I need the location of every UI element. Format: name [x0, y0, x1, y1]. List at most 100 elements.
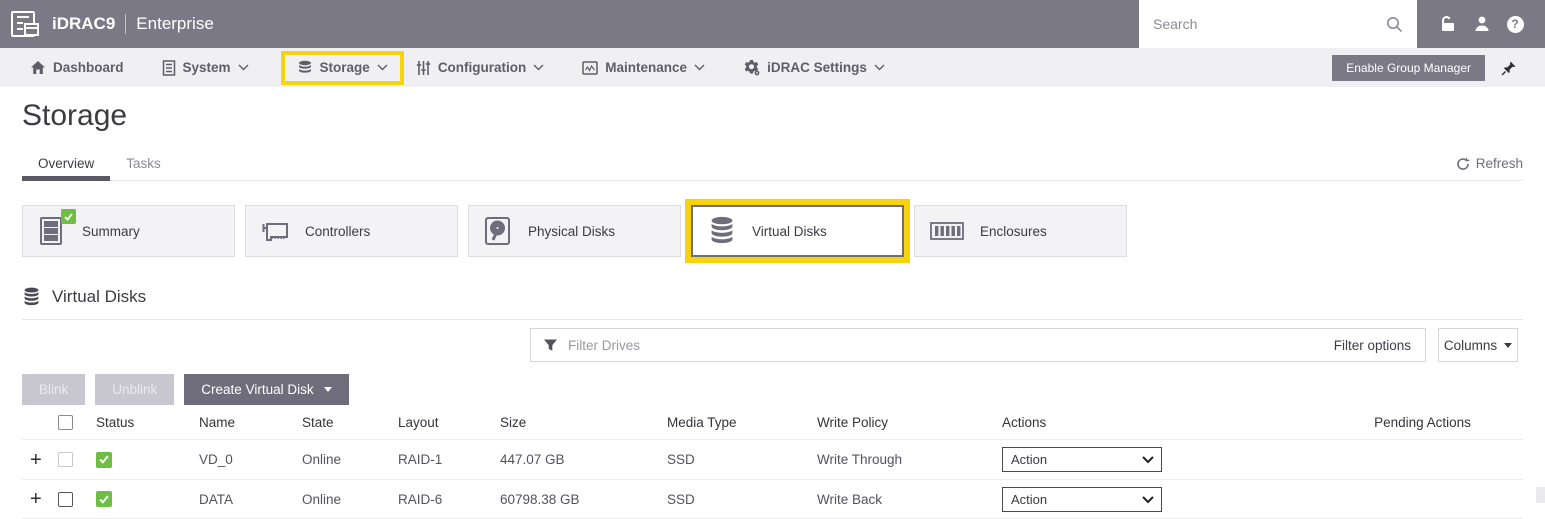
col-actions: Actions — [1002, 415, 1312, 430]
summary-ok-badge — [61, 209, 76, 224]
configuration-icon — [416, 60, 431, 76]
col-name: Name — [199, 415, 302, 430]
refresh-label: Refresh — [1476, 156, 1523, 171]
tab-bar: Overview Tasks Refresh — [22, 147, 1523, 181]
cell-state: Online — [302, 492, 398, 507]
help-icon[interactable]: ? — [1507, 16, 1524, 33]
enable-group-manager-button[interactable]: Enable Group Manager — [1332, 55, 1485, 81]
row-checkbox[interactable] — [58, 452, 73, 467]
filter-drives-input[interactable] — [568, 338, 1324, 353]
virtual-disks-icon — [708, 216, 736, 246]
card-label: Physical Disks — [528, 224, 615, 239]
section-title: Virtual Disks — [52, 287, 146, 307]
nav-label: Dashboard — [53, 60, 124, 75]
card-label: Virtual Disks — [752, 224, 827, 239]
columns-dropdown-button[interactable]: Columns — [1438, 328, 1518, 362]
col-status: Status — [96, 415, 199, 430]
action-select[interactable]: Action — [1003, 448, 1161, 471]
blink-button[interactable]: Blink — [22, 374, 85, 405]
nav-item-system[interactable]: System — [162, 60, 249, 76]
physical-disks-icon — [484, 216, 511, 246]
nav-item-dashboard[interactable]: Dashboard — [30, 60, 124, 75]
nav-item-maintenance[interactable]: Maintenance — [582, 60, 705, 75]
table-header-row: Status Name State Layout Size Media Type… — [22, 405, 1523, 439]
card-controllers[interactable]: Controllers — [245, 205, 458, 257]
action-select[interactable]: Action — [1003, 488, 1161, 511]
expand-row-button[interactable]: + — [22, 450, 58, 470]
cell-state: Online — [302, 452, 398, 467]
filter-row: Filter options Columns — [22, 328, 1523, 362]
tab-overview[interactable]: Overview — [22, 147, 110, 180]
virtual-disks-icon — [22, 287, 41, 307]
caret-down-icon — [324, 387, 332, 392]
col-layout: Layout — [398, 415, 500, 430]
nav-item-configuration[interactable]: Configuration — [416, 60, 544, 76]
cell-size: 447.07 GB — [500, 452, 667, 467]
page-title: Storage — [22, 99, 1523, 133]
cell-layout: RAID-1 — [398, 452, 500, 467]
scrollbar[interactable] — [1536, 487, 1545, 503]
search-box[interactable] — [1139, 0, 1417, 48]
status-ok-icon — [96, 452, 112, 468]
nav-item-idrac-settings[interactable]: iDRAC Settings — [743, 59, 885, 76]
card-enclosures[interactable]: Enclosures — [914, 205, 1127, 257]
top-bar: iDRAC9 Enterprise ? — [0, 0, 1545, 48]
top-icon-strip: ? — [1417, 15, 1545, 33]
card-summary[interactable]: Summary — [22, 205, 235, 257]
cell-write-policy: Write Through — [817, 452, 1002, 467]
create-virtual-disk-button[interactable]: Create Virtual Disk — [184, 374, 348, 405]
row-checkbox[interactable] — [58, 492, 73, 507]
tab-tasks[interactable]: Tasks — [110, 147, 177, 180]
storage-icon — [297, 60, 313, 76]
pushpin-icon[interactable] — [1501, 60, 1517, 76]
storage-category-cards: Summary Controllers Physica — [22, 205, 1523, 257]
unblink-button[interactable]: Unblink — [95, 374, 174, 405]
cell-name: DATA — [199, 492, 302, 507]
search-input[interactable] — [1153, 16, 1386, 32]
columns-label: Columns — [1444, 338, 1497, 353]
chevron-down-icon — [377, 64, 388, 71]
filter-options-link[interactable]: Filter options — [1334, 338, 1411, 353]
user-icon[interactable] — [1473, 15, 1491, 33]
card-label: Controllers — [305, 224, 370, 239]
system-icon — [162, 60, 176, 76]
vd-toolbar: Blink Unblink Create Virtual Disk — [22, 374, 1523, 405]
page-content: Storage Overview Tasks Refresh — [0, 99, 1545, 519]
table-row: + VD_0 Online RAID-1 447.07 GB SSD Write… — [22, 439, 1523, 479]
refresh-icon — [1456, 157, 1470, 171]
status-ok-icon — [96, 491, 112, 507]
gear-icon — [743, 59, 760, 76]
select-all-checkbox[interactable] — [58, 415, 73, 430]
nav-item-storage[interactable]: Storage — [297, 60, 388, 76]
col-pending-actions: Pending Actions — [1312, 415, 1523, 430]
col-size: Size — [500, 415, 667, 430]
expand-row-button[interactable]: + — [22, 489, 58, 509]
card-virtual-disks[interactable]: Virtual Disks — [691, 205, 904, 257]
filter-drives-box[interactable]: Filter options — [530, 328, 1426, 362]
cell-media-type: SSD — [667, 492, 817, 507]
nav-label: Maintenance — [605, 60, 687, 75]
nav-label: iDRAC Settings — [767, 60, 867, 75]
lock-open-icon[interactable] — [1439, 15, 1457, 33]
brand-name: iDRAC9 — [52, 14, 115, 34]
cell-media-type: SSD — [667, 452, 817, 467]
cell-layout: RAID-6 — [398, 492, 500, 507]
search-icon[interactable] — [1386, 16, 1403, 33]
card-label: Summary — [82, 224, 140, 239]
brand-separator — [125, 14, 126, 34]
col-media-type: Media Type — [667, 415, 817, 430]
chevron-down-icon — [238, 64, 249, 71]
section-header: Virtual Disks — [22, 287, 1523, 320]
home-icon — [30, 60, 46, 75]
nav-label: Configuration — [438, 60, 526, 75]
nav-label: System — [183, 60, 231, 75]
refresh-button[interactable]: Refresh — [1456, 156, 1523, 171]
card-label: Enclosures — [980, 224, 1047, 239]
brand: iDRAC9 Enterprise — [52, 14, 214, 34]
action-select-wrap: Action — [1002, 447, 1162, 472]
card-physical-disks[interactable]: Physical Disks — [468, 205, 681, 257]
controllers-icon — [261, 218, 291, 244]
brand-edition: Enterprise — [136, 14, 213, 34]
cell-write-policy: Write Back — [817, 492, 1002, 507]
col-write-policy: Write Policy — [817, 415, 1002, 430]
